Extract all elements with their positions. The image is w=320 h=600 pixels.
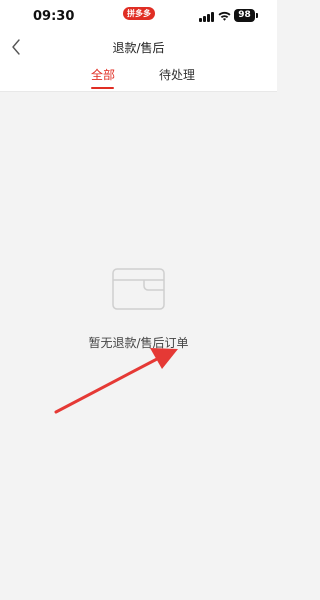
- status-time: 09:30: [33, 9, 75, 24]
- app-badge: 拼多多: [123, 7, 155, 20]
- status-bar: 09:30 拼多多 98: [0, 0, 277, 34]
- signal-icon: [199, 12, 215, 22]
- empty-card-icon: [112, 268, 165, 310]
- page-title: 退款/售后: [112, 41, 165, 55]
- nav-bar: 退款/售后: [0, 34, 277, 60]
- tab-all[interactable]: 全部: [91, 66, 115, 83]
- tab-bar: 全部 待处理: [0, 60, 277, 92]
- empty-state-message: 暂无退款/售后订单: [88, 336, 189, 350]
- tab-pending[interactable]: 待处理: [159, 66, 195, 83]
- active-tab-indicator: [91, 87, 114, 89]
- wifi-icon: [218, 11, 231, 21]
- battery-indicator: 98: [234, 9, 258, 22]
